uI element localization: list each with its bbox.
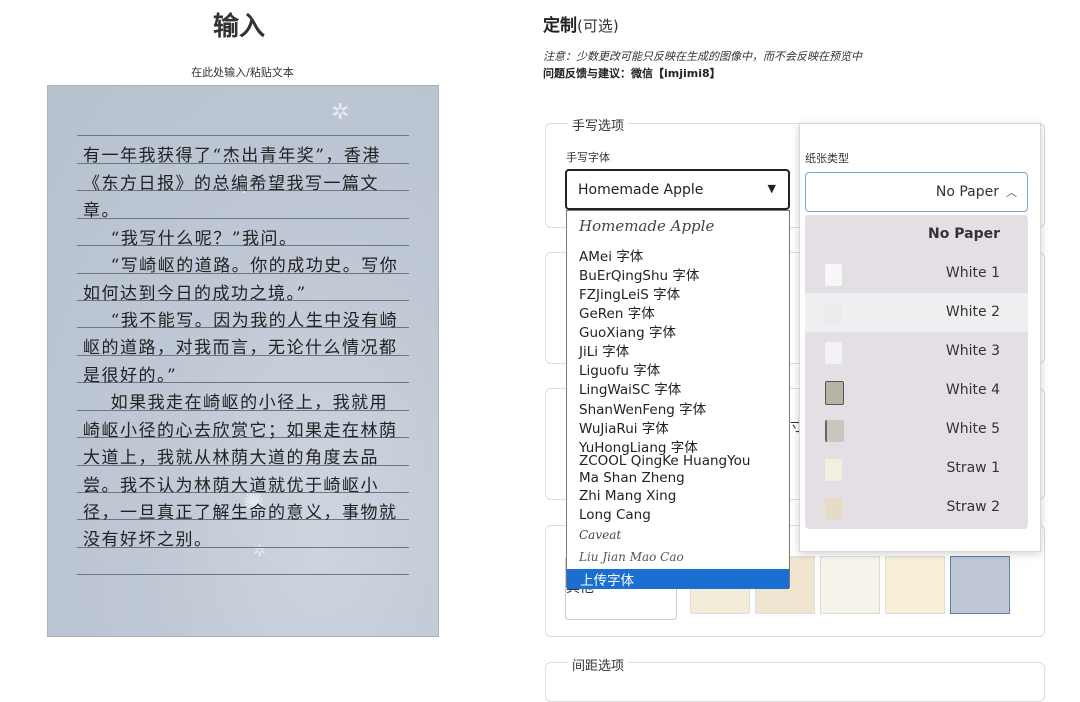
text-line: 如何达到今日的成功之境。” [83,284,307,304]
paper-option-label: White 4 [945,382,1000,398]
paper-option-label: White 5 [945,421,1000,437]
customize-title-text: 定制 [543,16,577,36]
paper-option[interactable]: White 3 [805,332,1028,371]
caret-down-icon: ▼ [767,182,776,195]
paper-option[interactable]: Straw 2 [805,488,1028,527]
paper-swatch [825,303,842,325]
font-option-selected[interactable]: 上传字体 [567,569,789,589]
paper-option-label: White 3 [945,343,1000,359]
feedback-contact: 问题反馈与建议：微信【imjimi8】 [543,67,721,80]
paper-thumbnail-selected[interactable] [950,556,1010,614]
text-line: “我写什么呢？”我问。 [83,229,298,249]
paper-thumbnail[interactable] [820,556,880,614]
paper-option[interactable]: White 1 [805,254,1028,293]
font-option[interactable]: BuErQingShu 字体 [579,264,699,284]
font-option[interactable]: GuoXiang 字体 [579,321,676,341]
paper-swatch [825,459,842,481]
font-option[interactable]: ZCOOL QingKe HuangYou [579,453,750,469]
text-line: 没有好坏之别。 [83,530,213,550]
paper-swatch [825,420,844,442]
spacing-options-legend: 间距选项 [568,655,629,674]
paper-select-value: No Paper [935,184,999,200]
paper-option-label: White 2 [945,304,1000,320]
font-dropdown-list[interactable]: Homemade Apple AMei 字体 BuErQingShu 字体 FZ… [566,210,790,589]
input-hint: 在此处输入/粘贴文本 [191,66,294,79]
font-option[interactable]: AMei 字体 [579,245,643,265]
paper-type-select[interactable]: No Paper ︿ [805,172,1028,212]
font-option[interactable]: GeRen 字体 [579,302,655,322]
paper-type-label: 纸张类型 [805,152,849,165]
font-option[interactable]: Caveat [579,528,621,542]
text-line: 《东方日报》的总编希望我写一篇文 [83,174,379,194]
text-line: 有一年我获得了“杰出青年奖”，香港 [83,146,381,166]
font-option[interactable]: Long Cang [579,507,651,523]
font-option[interactable]: JiLi 字体 [579,340,629,360]
text-line: 尝。我不认为林荫大道就优于崎岖小 [83,476,379,496]
preview-note: 注意：少数更改可能只反映在生成的图像中，而不会反映在预览中 [543,50,862,63]
text-line: “写崎岖的道路。你的成功史。写你 [83,256,399,276]
text-line: 崎岖小径的心去欣赏它；如果走在林荫 [83,421,398,441]
customize-title-suffix: (可选) [577,17,619,35]
paper-option[interactable]: White 4 [805,371,1028,410]
text-line: 径，一旦真正了解生命的意义，事物就 [83,503,398,523]
paper-option-label: No Paper [928,226,1000,242]
customize-title: 定制(可选) [543,11,619,36]
snowflake-decoration: ✲ [253,541,267,560]
font-option[interactable]: WuJiaRui 字体 [579,417,669,437]
paper-option[interactable]: No Paper [805,215,1028,254]
text-line: 岖的道路，对我而言，无论什么情况都 [83,338,398,358]
chevron-up-icon: ︿ [1006,186,1017,199]
paper-swatch [825,342,842,364]
font-option[interactable]: Liguofu 字体 [579,359,660,379]
paper-swatch [825,381,844,405]
font-option[interactable]: Liu Jian Mao Cao [579,550,684,564]
text-line: 章。 [83,201,120,221]
font-option[interactable]: Homemade Apple [579,217,714,235]
paper-swatch [825,498,842,520]
text-line: “我不能写。因为我的人生中没有崎 [83,311,399,331]
paper-option-label: Straw 1 [946,460,1000,476]
font-select-value: Homemade Apple [578,182,704,198]
paper-option[interactable]: Straw 1 [805,449,1028,488]
text-input-area[interactable]: ✲ ✲ ✺ ✲ 有一年我获得了“杰出青年奖”，香港 《东方日报》的总编希望我写一… [47,85,439,637]
paper-thumbnail[interactable] [885,556,945,614]
font-option[interactable]: ShanWenFeng 字体 [579,398,706,418]
handwriting-options-legend: 手写选项 [568,115,629,134]
paper-swatch [825,264,842,286]
font-option[interactable]: Ma Shan Zheng [579,470,685,486]
text-line: 如果我走在崎岖的小径上，我就用 [83,393,389,413]
text-line: 大道上，我就从林荫大道的角度去品 [83,448,379,468]
snowflake-decoration: ✲ [331,100,350,125]
font-label: 手写字体 [566,151,610,164]
paper-option-hovered[interactable]: White 2 [805,293,1028,332]
paper-option[interactable]: White 5 [805,410,1028,449]
font-option[interactable]: Zhi Mang Xing [579,488,676,504]
paper-option-label: White 1 [945,265,1000,281]
font-select[interactable]: Homemade Apple ▼ [565,169,790,210]
input-title: 输入 [213,12,266,42]
font-option[interactable]: LingWaiSC 字体 [579,378,681,398]
text-line: 是很好的。” [83,366,178,386]
paper-dropdown-list[interactable]: No Paper White 1 White 2 White 3 White 4… [805,215,1028,529]
paper-option-label: Straw 2 [946,499,1000,515]
font-option[interactable]: FZJingLeiS 字体 [579,283,680,303]
